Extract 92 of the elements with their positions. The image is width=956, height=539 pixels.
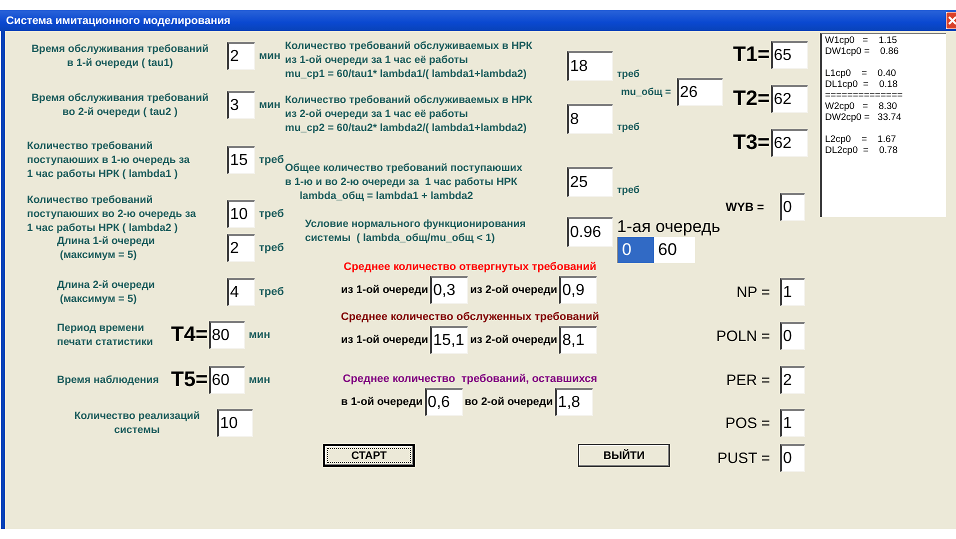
input-field[interactable]: 10 <box>217 409 253 437</box>
input-field[interactable]: 2 <box>227 42 255 70</box>
field-label: NP = <box>736 284 770 300</box>
result-line: DL2cp0 = 0.78 <box>825 145 899 156</box>
field-label: из 2-ой очереди <box>470 334 558 346</box>
result-line: L1cp0 = 0.40 <box>825 68 898 79</box>
field-label: Время обслуживания требований в 1-й очереди ( tau1) <box>30 42 210 70</box>
result-line: DW1cp0 = 0.86 <box>825 46 900 57</box>
field-label: Количество требований обслуживаемых в НРК из 1-ой очереди за 1 час её работы mu_cp1 = 60/tau1* lambda1/( lambda1+lambda2) <box>285 39 534 81</box>
input-field[interactable]: 18 <box>567 51 613 81</box>
field-label: Количество требований поступаюших в 1-ю очередь за 1 час работы НРК ( lambda1 ) <box>27 139 191 181</box>
field-text: 0 <box>618 237 654 263</box>
result-line: W1cp0 = 1.15 <box>825 35 898 46</box>
field-label: Период времени печати статистики <box>57 321 154 349</box>
unit-label: мин <box>248 374 270 386</box>
input-field[interactable]: 80 <box>208 321 245 349</box>
input-field[interactable]: 26 <box>676 78 723 106</box>
unit-label: треб <box>259 208 284 220</box>
field-label: Время обслуживания требований во 2-й очереди ( tau2 ) <box>30 91 210 119</box>
action-button[interactable]: СТАРТ <box>323 444 415 467</box>
field-label: T1= <box>733 43 770 67</box>
field-text: 60 <box>657 239 678 261</box>
close-icon[interactable] <box>946 12 956 29</box>
field-label: PUST = <box>717 450 770 466</box>
field-label: T4= <box>171 323 208 347</box>
input-field[interactable]: 0,3 <box>430 276 468 304</box>
unit-label: треб <box>617 122 640 133</box>
input-field[interactable]: 15 <box>227 146 255 174</box>
field-label: Длина 2-й очереди (максимум = 5) <box>57 278 156 306</box>
input-field[interactable]: 65 <box>770 41 808 69</box>
unit-label: треб <box>259 286 284 298</box>
input-field[interactable]: 8,1 <box>559 326 598 354</box>
input-field[interactable]: 1,8 <box>554 388 593 416</box>
result-line: L2cp0 = 1.67 <box>825 134 898 145</box>
unit-label: треб <box>617 185 640 196</box>
result-line: W2cp0 = 8.30 <box>825 101 898 112</box>
input-field[interactable]: 3 <box>227 91 255 119</box>
input-field[interactable]: 62 <box>770 129 808 157</box>
unit-label: треб <box>617 69 640 80</box>
input-field[interactable]: 1 <box>780 409 805 437</box>
input-field[interactable]: 0 60 <box>617 237 695 263</box>
field-label: mu_общ = <box>621 86 671 98</box>
input-field[interactable]: 15,1 <box>430 326 468 354</box>
field-label: T5= <box>171 368 208 392</box>
unit-label: треб <box>259 154 284 166</box>
field-label: Количество реализаций системы <box>73 409 201 437</box>
result-line: DL1cp0 = 0.18 <box>825 79 899 90</box>
input-field[interactable]: 60 <box>208 366 245 394</box>
field-label: Количество требований поступаюших во 2-ю очередь за 1 час работы НРК ( lambda2 ) <box>27 193 197 235</box>
results-list[interactable]: W1cp0 = 1.15 DW1cp0 = 0.86 L1cp0 = 0.40 DL1cp0 = 0.18 ============== W2cp0 = 8.30 DW2cp0 = 33.74 L2cp0 = 1.67 DL2cp0 = 0.78 <box>820 33 946 217</box>
field-label: Общее количество требований поступаюших в 1-ю и во 2-ю очереди за 1 час работы НРК lambda_общ = lambda1 + lambda2 <box>285 161 524 203</box>
input-field[interactable]: 0,6 <box>424 388 463 416</box>
input-field[interactable]: 1 <box>780 278 805 306</box>
input-field[interactable]: 10 <box>227 200 255 228</box>
input-field[interactable]: 2 <box>227 234 255 262</box>
field-label: Количество требований обслуживаемых в НРК из 2-ой очереди за 1 час её работы mu_cp2 = 60/tau2* lambda2/( lambda1+lambda2) <box>285 93 534 135</box>
field-label: PER = <box>726 372 770 388</box>
input-field[interactable]: 62 <box>770 85 808 113</box>
input-field[interactable]: 25 <box>567 167 613 197</box>
field-label: из 2-ой очереди <box>470 284 558 296</box>
unit-label: мин <box>248 329 270 341</box>
field-label: POLN = <box>716 328 770 344</box>
field-label: Длина 1-й очереди (максимум = 5) <box>57 234 156 262</box>
field-label: из 1-ой очереди <box>341 334 428 346</box>
input-field[interactable]: 8 <box>567 104 613 134</box>
field-label: Условие нормального функционирования системы ( lambda_общ/mu_общ < 1) <box>305 217 527 245</box>
input-field[interactable]: 0 <box>780 322 805 350</box>
unit-label: мин <box>259 99 281 111</box>
section-heading: Среднее количество обслуженных требований <box>340 311 600 323</box>
input-field[interactable]: 0,9 <box>559 276 598 304</box>
field-label: из 1-ой очереди <box>341 284 428 296</box>
input-field[interactable]: 0.96 <box>567 217 613 247</box>
action-button[interactable]: ВЫЙТИ <box>578 444 670 467</box>
result-line: ============== <box>825 90 904 101</box>
result-line: DW2cp0 = 33.74 <box>825 112 902 123</box>
field-label: POS = <box>725 414 770 432</box>
field-label: в 1-ой очереди <box>341 396 423 408</box>
field-label: T3= <box>733 131 770 155</box>
input-field[interactable]: 0 <box>780 193 805 221</box>
field-label: во 2-ой очереди <box>464 396 553 408</box>
input-field[interactable]: 4 <box>227 278 255 306</box>
field-label: Время наблюдения <box>57 373 160 387</box>
input-field[interactable]: 0 <box>780 444 805 472</box>
queue-label: 1-ая очередь <box>617 217 720 237</box>
unit-label: треб <box>259 242 284 254</box>
field-label: WYB = <box>726 200 764 214</box>
field-label: T2= <box>733 87 770 111</box>
window-title: Система имитационного моделирования <box>6 14 230 26</box>
input-field[interactable]: 2 <box>780 366 805 394</box>
unit-label: мин <box>259 50 281 62</box>
section-heading: Среднее количество требований, оставшихся <box>342 373 598 385</box>
section-heading: Среднее количество отвергнутых требований <box>344 261 596 273</box>
